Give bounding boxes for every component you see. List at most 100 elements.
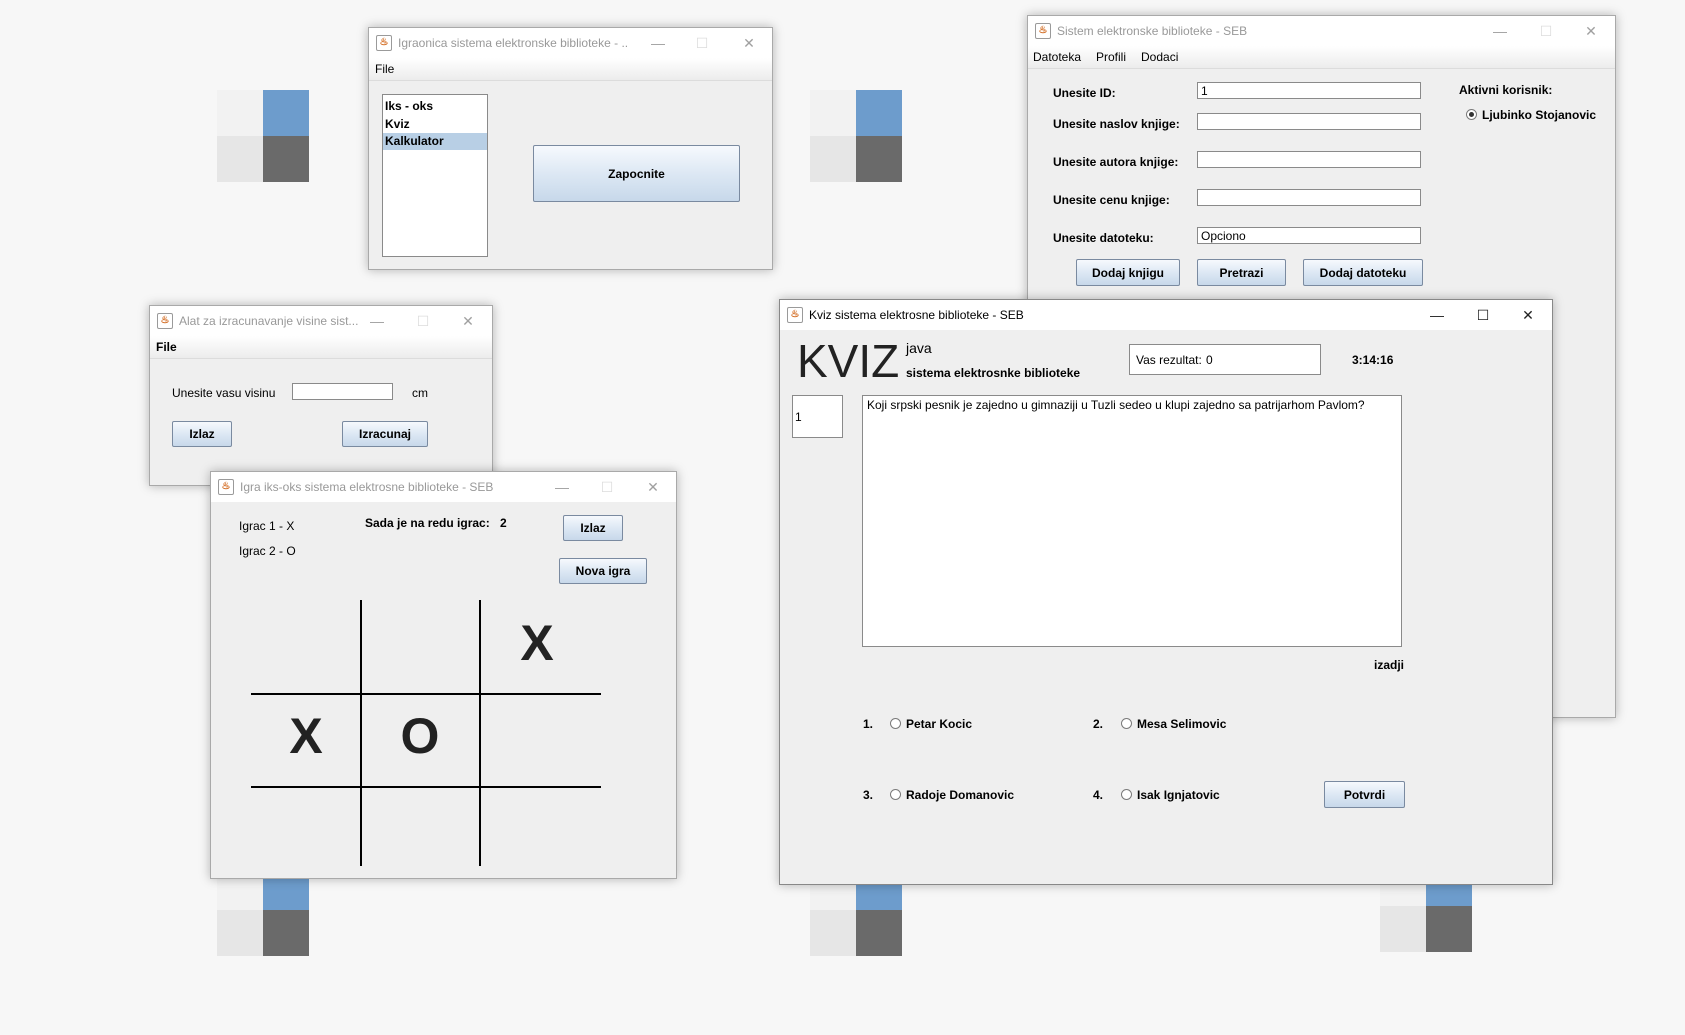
titlebar[interactable]: ♨ Sistem elektronske biblioteke - SEB — … <box>1028 16 1615 46</box>
board-cell[interactable]: O <box>380 707 460 765</box>
answer-label[interactable]: Radoje Domanovic <box>906 788 1014 802</box>
java-icon: ♨ <box>1035 23 1051 39</box>
list-item[interactable]: Iks - oks <box>383 98 487 115</box>
file-field[interactable]: Opciono <box>1197 227 1421 244</box>
quiz-window: ♨ Kviz sistema elektrosne biblioteke - S… <box>779 299 1553 885</box>
java-icon: ♨ <box>218 479 234 495</box>
window-title: Igra iks-oks sistema elektrosne bibliote… <box>240 480 494 494</box>
answer-radio[interactable] <box>890 789 901 800</box>
close-icon[interactable]: ✕ <box>458 311 478 331</box>
exit-button[interactable]: Izlaz <box>563 515 623 541</box>
active-user-label: Aktivni korisnik: <box>1459 83 1553 97</box>
player1-label: Igrac 1 - X <box>239 519 295 533</box>
board-cell[interactable]: X <box>266 707 346 765</box>
game-room-window: ♨ Igraonica sistema elektronske bibliote… <box>368 27 773 270</box>
player2-label: Igrac 2 - O <box>239 544 296 558</box>
close-icon[interactable]: ✕ <box>739 33 759 53</box>
author-field[interactable] <box>1197 151 1421 168</box>
menubar: File <box>150 336 492 359</box>
score-box: Vas rezultat: 0 <box>1129 344 1321 375</box>
user-radio[interactable] <box>1466 109 1477 120</box>
answer-radio[interactable] <box>1121 718 1132 729</box>
grid-line <box>479 600 481 866</box>
answer-number: 1. <box>863 717 874 731</box>
close-icon[interactable]: ✕ <box>1518 305 1538 325</box>
titlebar[interactable]: ♨ Igra iks-oks sistema elektrosne biblio… <box>211 472 676 502</box>
minimize-icon[interactable]: — <box>1490 21 1510 41</box>
exit-link[interactable]: izadji <box>1374 658 1404 672</box>
price-field[interactable] <box>1197 189 1421 206</box>
maximize-icon[interactable]: ☐ <box>1536 21 1556 41</box>
titlebar[interactable]: ♨ Kviz sistema elektrosne biblioteke - S… <box>780 300 1552 330</box>
timer: 3:14:16 <box>1352 353 1394 367</box>
new-game-button[interactable]: Nova igra <box>559 558 647 584</box>
minimize-icon[interactable]: — <box>552 477 572 497</box>
start-button[interactable]: Zapocnite <box>533 145 740 202</box>
menubar: File <box>369 58 772 81</box>
price-label: Unesite cenu knjige: <box>1053 193 1170 207</box>
question-text[interactable]: Koji srpski pesnik je zajedno u gimnazij… <box>862 395 1402 647</box>
window-title: Alat za izracunavanje visine sist... <box>179 314 359 328</box>
maximize-icon[interactable]: ☐ <box>413 311 433 331</box>
game-list[interactable]: Iks - oks Kviz Kalkulator <box>382 94 488 257</box>
book-title-field[interactable] <box>1197 113 1421 130</box>
tictactoe-window: ♨ Igra iks-oks sistema elektrosne biblio… <box>210 471 677 879</box>
menu-profili[interactable]: Profili <box>1096 50 1126 64</box>
quiz-logo: KVIZ <box>797 335 900 387</box>
maximize-icon[interactable]: ☐ <box>1473 305 1493 325</box>
menu-file[interactable]: File <box>156 340 177 354</box>
grid-line <box>251 786 601 788</box>
minimize-icon[interactable]: — <box>1427 305 1447 325</box>
confirm-button[interactable]: Potvrdi <box>1324 781 1405 808</box>
maximize-icon[interactable]: ☐ <box>597 477 617 497</box>
java-icon: ♨ <box>787 307 803 323</box>
calculate-button[interactable]: Izracunaj <box>342 421 428 447</box>
answer-label[interactable]: Mesa Selimovic <box>1137 717 1226 731</box>
menubar: Datoteka Profili Dodaci <box>1028 46 1615 69</box>
list-item[interactable]: Kviz <box>383 116 487 133</box>
menu-file[interactable]: File <box>375 62 394 76</box>
height-input[interactable] <box>292 383 393 400</box>
id-field[interactable]: 1 <box>1197 82 1421 99</box>
add-book-button[interactable]: Dodaj knjigu <box>1076 259 1180 286</box>
answer-radio[interactable] <box>890 718 901 729</box>
height-prompt: Unesite vasu visinu <box>172 386 276 400</box>
minimize-icon[interactable]: — <box>367 311 387 331</box>
height-tool-window: ♨ Alat za izracunavanje visine sist... —… <box>149 305 493 486</box>
game-board: X X O <box>251 600 601 866</box>
book-title-label: Unesite naslov knjige: <box>1053 117 1180 131</box>
answer-number: 2. <box>1093 717 1104 731</box>
grid-line <box>251 693 601 695</box>
file-label: Unesite datoteku: <box>1053 231 1154 245</box>
answer-number: 4. <box>1093 788 1104 802</box>
maximize-icon[interactable]: ☐ <box>692 33 712 53</box>
grid-line <box>360 600 362 866</box>
id-label: Unesite ID: <box>1053 86 1116 100</box>
answer-label[interactable]: Isak Ignjatovic <box>1137 788 1220 802</box>
search-button[interactable]: Pretrazi <box>1197 259 1286 286</box>
question-number: 1 <box>795 410 802 424</box>
menu-dodaci[interactable]: Dodaci <box>1141 50 1178 64</box>
minimize-icon[interactable]: — <box>648 33 668 53</box>
close-icon[interactable]: ✕ <box>643 477 663 497</box>
window-title: Kviz sistema elektrosne biblioteke - SEB <box>809 308 1024 322</box>
unit-label: cm <box>412 386 428 400</box>
score-value: 0 <box>1206 353 1213 367</box>
java-icon: ♨ <box>157 313 173 329</box>
turn-label: Sada je na redu igrac: <box>365 516 490 530</box>
board-cell[interactable]: X <box>497 614 577 672</box>
close-icon[interactable]: ✕ <box>1581 21 1601 41</box>
menu-datoteka[interactable]: Datoteka <box>1033 50 1081 64</box>
background-tile <box>217 90 309 182</box>
list-item[interactable]: Kalkulator <box>383 133 487 150</box>
answer-radio[interactable] <box>1121 789 1132 800</box>
logo-subtitle-java: java <box>906 340 932 356</box>
exit-button[interactable]: Izlaz <box>172 421 232 447</box>
turn-value: 2 <box>500 516 507 530</box>
answer-label[interactable]: Petar Kocic <box>906 717 972 731</box>
background-tile <box>810 90 902 182</box>
titlebar[interactable]: ♨ Igraonica sistema elektronske bibliote… <box>369 28 772 58</box>
titlebar[interactable]: ♨ Alat za izracunavanje visine sist... —… <box>150 306 492 336</box>
add-file-button[interactable]: Dodaj datoteku <box>1303 259 1423 286</box>
score-label: Vas rezultat: <box>1136 353 1202 367</box>
